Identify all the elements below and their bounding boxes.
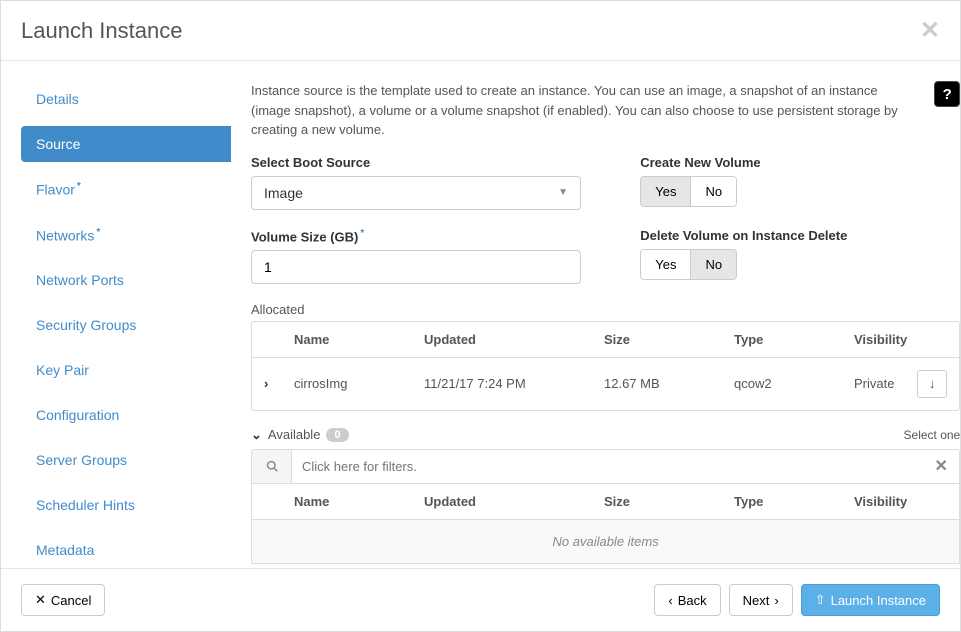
- close-icon: ✕: [35, 592, 46, 608]
- sidebar-item-label: Security Groups: [36, 317, 136, 333]
- select-one-hint: Select one: [904, 428, 960, 442]
- available-count-badge: 0: [326, 428, 348, 442]
- sidebar-item-label: Scheduler Hints: [36, 497, 135, 513]
- sidebar-item-security-groups[interactable]: Security Groups: [21, 307, 231, 343]
- available-label: Available: [268, 427, 321, 442]
- col-header-visibility: Visibility: [854, 332, 907, 347]
- cell-visibility: Private: [854, 376, 907, 391]
- required-asterisk-icon: *: [96, 227, 100, 238]
- create-volume-label: Create New Volume: [640, 155, 960, 170]
- cell-name: cirrosImg: [294, 376, 424, 391]
- chevron-right-icon: ›: [774, 593, 778, 608]
- create-volume-no[interactable]: No: [690, 177, 736, 206]
- required-asterisk-icon: *: [77, 181, 81, 192]
- allocated-table-header: Name Updated Size Type Visibility: [252, 322, 959, 358]
- chevron-right-icon[interactable]: ›: [264, 376, 268, 391]
- launch-instance-button[interactable]: ⇧Launch Instance: [801, 584, 940, 616]
- sidebar-item-label: Key Pair: [36, 362, 89, 378]
- col-header-type: Type: [734, 332, 854, 347]
- cell-updated: 11/21/17 7:24 PM: [424, 376, 604, 391]
- content-pane: ? Instance source is the template used t…: [231, 81, 960, 548]
- col-header-name: Name: [294, 332, 424, 347]
- sidebar-item-label: Metadata: [36, 542, 94, 558]
- available-header: ⌄ Available 0 Select one: [251, 427, 960, 443]
- allocated-label: Allocated: [251, 302, 960, 317]
- cell-size: 12.67 MB: [604, 376, 734, 391]
- sidebar-item-label: Details: [36, 91, 79, 107]
- boot-source-label: Select Boot Source: [251, 155, 600, 170]
- sidebar-item-source[interactable]: Source: [21, 126, 231, 162]
- filter-row: ✕: [251, 449, 960, 484]
- sidebar-item-networks[interactable]: Networks*: [21, 217, 231, 254]
- boot-source-select[interactable]: Image ▼: [251, 176, 581, 210]
- modal-header: Launch Instance ✕: [1, 1, 960, 61]
- sidebar-item-key-pair[interactable]: Key Pair: [21, 352, 231, 388]
- close-icon[interactable]: ✕: [920, 16, 940, 45]
- modal-footer: ✕Cancel ‹Back Next› ⇧Launch Instance: [1, 568, 960, 631]
- upload-icon: ⇧: [815, 592, 826, 608]
- help-icon[interactable]: ?: [934, 81, 960, 107]
- sidebar-item-label: Flavor: [36, 182, 75, 198]
- boot-source-value: Image: [264, 185, 303, 201]
- help-text: Instance source is the template used to …: [251, 81, 960, 140]
- cell-type: qcow2: [734, 376, 854, 391]
- col-header-visibility: Visibility: [854, 494, 907, 509]
- sidebar-item-configuration[interactable]: Configuration: [21, 397, 231, 433]
- chevron-down-icon[interactable]: ⌄: [251, 427, 262, 443]
- delete-volume-label: Delete Volume on Instance Delete: [640, 228, 960, 243]
- col-header-size: Size: [604, 332, 734, 347]
- col-header-name: Name: [294, 494, 424, 509]
- sidebar-item-network-ports[interactable]: Network Ports: [21, 262, 231, 298]
- delete-volume-no[interactable]: No: [690, 250, 736, 279]
- sidebar-item-label: Configuration: [36, 407, 119, 423]
- cancel-button[interactable]: ✕Cancel: [21, 584, 105, 616]
- required-asterisk-icon: *: [360, 228, 364, 239]
- sidebar-item-metadata[interactable]: Metadata: [21, 532, 231, 568]
- allocated-table: Name Updated Size Type Visibility › cirr…: [251, 321, 960, 411]
- filter-input[interactable]: [292, 450, 923, 483]
- no-items-message: No available items: [251, 520, 960, 564]
- launch-instance-modal: Launch Instance ✕ Details Source Flavor*…: [0, 0, 961, 632]
- arrow-down-icon: ↓: [929, 376, 936, 391]
- delete-volume-toggle: Yes No: [640, 249, 737, 280]
- sidebar-item-details[interactable]: Details: [21, 81, 231, 117]
- volume-size-input[interactable]: [251, 250, 581, 284]
- sidebar-item-server-groups[interactable]: Server Groups: [21, 442, 231, 478]
- wizard-sidebar: Details Source Flavor* Networks* Network…: [21, 81, 231, 548]
- sidebar-item-label: Server Groups: [36, 452, 127, 468]
- create-volume-yes[interactable]: Yes: [641, 177, 690, 206]
- search-icon[interactable]: [252, 450, 292, 483]
- create-volume-toggle: Yes No: [640, 176, 737, 207]
- delete-volume-yes[interactable]: Yes: [641, 250, 690, 279]
- col-header-type: Type: [734, 494, 854, 509]
- sidebar-item-scheduler-hints[interactable]: Scheduler Hints: [21, 487, 231, 523]
- chevron-left-icon: ‹: [668, 593, 672, 608]
- chevron-down-icon: ▼: [558, 187, 568, 198]
- col-header-size: Size: [604, 494, 734, 509]
- col-header-updated: Updated: [424, 494, 604, 509]
- volume-size-label: Volume Size (GB)*: [251, 228, 600, 244]
- available-table-header: Name Updated Size Type Visibility: [251, 484, 960, 520]
- modal-body: Details Source Flavor* Networks* Network…: [1, 61, 960, 568]
- next-button[interactable]: Next›: [729, 584, 793, 616]
- back-button[interactable]: ‹Back: [654, 584, 720, 616]
- sidebar-item-flavor[interactable]: Flavor*: [21, 171, 231, 208]
- modal-title: Launch Instance: [21, 18, 182, 44]
- sidebar-item-label: Source: [36, 136, 80, 152]
- sidebar-item-label: Networks: [36, 227, 94, 243]
- clear-filter-icon[interactable]: ✕: [923, 450, 959, 483]
- table-row: › cirrosImg 11/21/17 7:24 PM 12.67 MB qc…: [252, 358, 959, 410]
- col-header-updated: Updated: [424, 332, 604, 347]
- deallocate-button[interactable]: ↓: [917, 370, 947, 398]
- sidebar-item-label: Network Ports: [36, 272, 124, 288]
